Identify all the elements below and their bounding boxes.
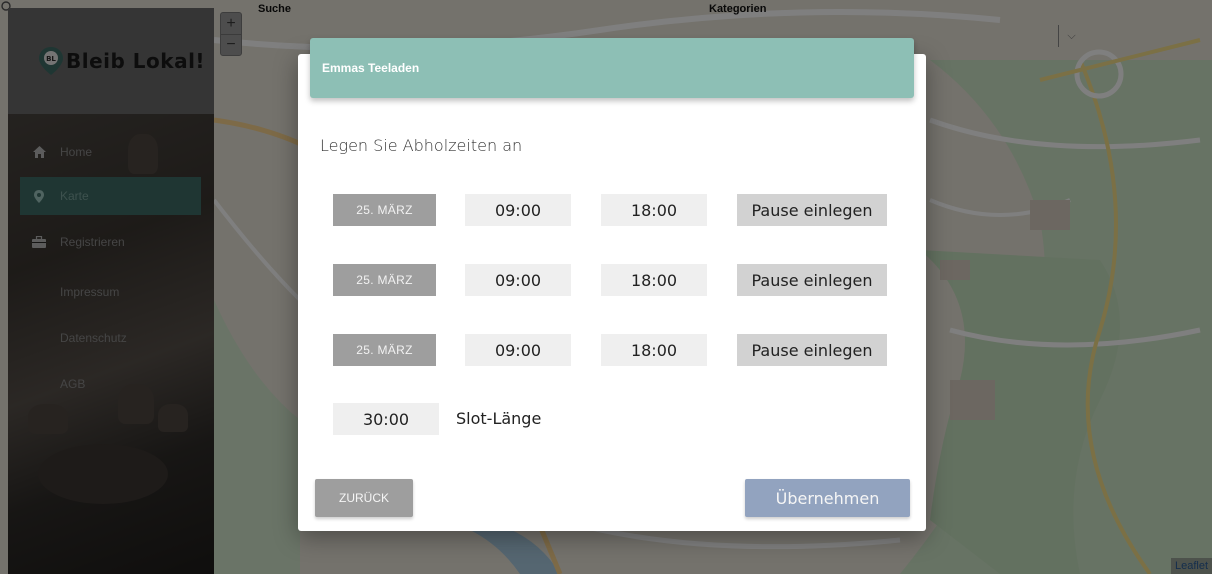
slot-length-field[interactable]: 30:00: [333, 403, 439, 435]
dialog-title: Emmas Teeladen: [322, 61, 420, 75]
add-pause-button[interactable]: Pause einlegen: [737, 194, 887, 226]
pickup-times-dialog: Emmas Teeladen Legen Sie Abholzeiten an …: [298, 38, 926, 531]
date-picker[interactable]: 25. MÄRZ: [333, 334, 436, 366]
add-pause-button[interactable]: Pause einlegen: [737, 264, 887, 296]
start-time-field[interactable]: 09:00: [465, 334, 571, 366]
end-time-field[interactable]: 18:00: [601, 264, 707, 296]
dialog-subtitle: Legen Sie Abholzeiten an: [320, 136, 523, 155]
date-picker[interactable]: 25. MÄRZ: [333, 194, 436, 226]
slot-length-label: Slot-Länge: [456, 409, 542, 428]
start-time-field[interactable]: 09:00: [465, 264, 571, 296]
date-picker[interactable]: 25. MÄRZ: [333, 264, 436, 296]
back-button[interactable]: ZURÜCK: [315, 479, 413, 517]
end-time-field[interactable]: 18:00: [601, 334, 707, 366]
apply-button[interactable]: Übernehmen: [745, 479, 910, 517]
start-time-field[interactable]: 09:00: [465, 194, 571, 226]
add-pause-button[interactable]: Pause einlegen: [737, 334, 887, 366]
end-time-field[interactable]: 18:00: [601, 194, 707, 226]
dialog-header: Emmas Teeladen: [310, 38, 914, 98]
